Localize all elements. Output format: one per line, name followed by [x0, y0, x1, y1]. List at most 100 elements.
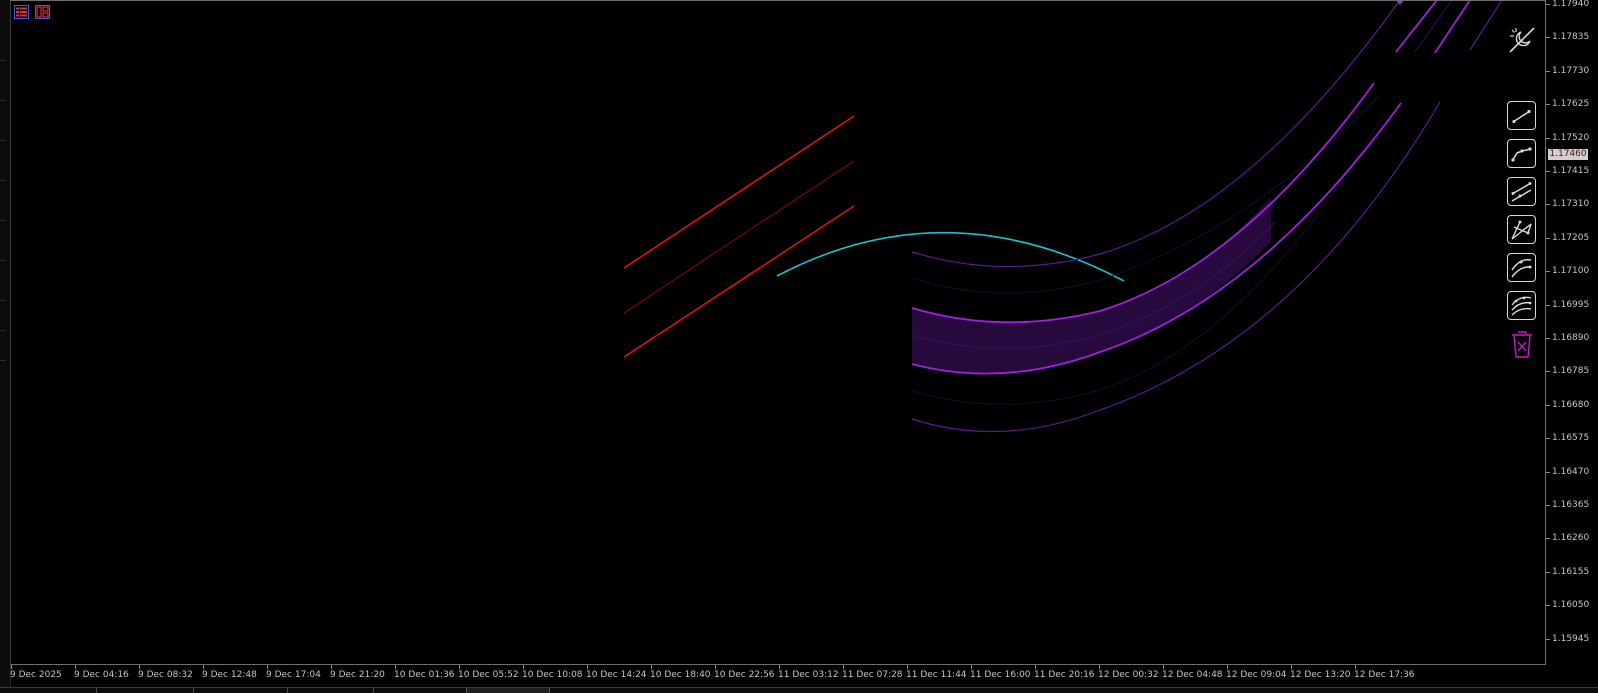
time-tick — [779, 665, 780, 669]
time-tick — [715, 665, 716, 669]
time-tick — [75, 665, 76, 669]
time-tick — [395, 665, 396, 669]
active-tab[interactable] — [466, 688, 550, 693]
price-tick — [1546, 571, 1550, 573]
purple-seg-2[interactable] — [1434, 0, 1471, 54]
price-label: 1.16785 — [1552, 366, 1590, 377]
time-tick — [331, 665, 332, 669]
chart-window: 1.17940 1.17835 1.17730 1.17625 1.17520 1.174… — [0, 0, 1598, 693]
price-label: 1.17730 — [1552, 65, 1590, 76]
curve-channel-icon[interactable] — [1507, 253, 1536, 282]
time-tick — [1099, 665, 1100, 669]
channel-icon[interactable] — [1507, 177, 1536, 206]
time-label: 12 Dec 17:36 — [1354, 670, 1415, 680]
price-tick — [1546, 638, 1550, 640]
red-channel-upper[interactable] — [623, 115, 855, 269]
purple-seg-1[interactable] — [1395, 0, 1438, 53]
price-tick — [1546, 237, 1550, 239]
time-label: 9 Dec 21:20 — [330, 670, 385, 680]
price-tick — [1546, 37, 1550, 39]
time-tick — [907, 665, 908, 669]
time-label: 11 Dec 20:16 — [1034, 670, 1095, 680]
time-label: 10 Dec 05:52 — [458, 670, 519, 680]
time-label: 9 Dec 12:48 — [202, 670, 257, 680]
price-tick — [1546, 471, 1550, 473]
price-label: 1.16260 — [1552, 533, 1590, 544]
trendline-3pt-icon[interactable] — [1507, 139, 1536, 168]
purple-seg-3 — [1414, 1, 1452, 53]
time-label: 11 Dec 03:12 — [778, 670, 839, 680]
price-tick — [1546, 271, 1550, 273]
time-label: 9 Dec 04:16 — [74, 670, 129, 680]
price-label: 1.17835 — [1552, 32, 1590, 43]
time-tick — [139, 665, 140, 669]
time-label: 10 Dec 01:36 — [394, 670, 455, 680]
trendline-2pt-icon[interactable] — [1507, 101, 1536, 130]
purple-curve-upper[interactable] — [911, 82, 1375, 324]
purple-curve-outer-top[interactable] — [911, 0, 1401, 268]
pitchfork-icon[interactable] — [1507, 215, 1536, 244]
time-tick — [267, 665, 268, 669]
price-tick — [1546, 70, 1550, 72]
time-tick — [1035, 665, 1036, 669]
purple-seg-4 — [1469, 1, 1503, 51]
price-label: 1.17310 — [1552, 199, 1590, 210]
time-tick — [843, 665, 844, 669]
time-label: 10 Dec 22:56 — [714, 670, 775, 680]
price-label: 1.16155 — [1552, 566, 1590, 577]
time-label: 10 Dec 10:08 — [522, 670, 583, 680]
price-label: 1.16470 — [1552, 466, 1590, 477]
time-label: 12 Dec 13:20 — [1290, 670, 1351, 680]
price-tick — [1546, 171, 1550, 172]
time-tick — [651, 665, 652, 669]
price-tick — [1546, 204, 1550, 206]
price-tick — [1546, 438, 1550, 440]
time-tick — [587, 665, 588, 669]
chart-grid-icon[interactable] — [35, 4, 50, 19]
time-label: 9 Dec 08:32 — [138, 670, 193, 680]
time-tick — [971, 665, 972, 669]
cyan-arc[interactable] — [776, 231, 1125, 282]
time-tick — [523, 665, 524, 669]
price-label: 1.17520 — [1552, 132, 1590, 143]
price-label: 1.17625 — [1552, 99, 1590, 110]
time-label: 10 Dec 18:40 — [650, 670, 711, 680]
bottom-tab-bar — [0, 687, 1598, 693]
grid-list-icon[interactable] — [14, 4, 29, 19]
time-tick — [1355, 665, 1356, 669]
price-label: 1.17940 — [1552, 0, 1590, 9]
time-label: 11 Dec 11:44 — [906, 670, 967, 680]
price-label: 1.17100 — [1552, 266, 1590, 277]
time-label: 9 Dec 17:04 — [266, 670, 321, 680]
purple-band-fill — [912, 197, 1271, 374]
time-label: 12 Dec 09:04 — [1226, 670, 1287, 680]
multi-curve-icon[interactable] — [1507, 291, 1536, 320]
price-tick — [1546, 505, 1550, 506]
price-tick — [1546, 371, 1550, 373]
price-tick — [1546, 137, 1550, 139]
price-label: 1.16575 — [1552, 433, 1590, 444]
price-tick — [1546, 104, 1550, 106]
magic-wand-night-icon[interactable] — [1506, 24, 1538, 56]
time-label: 10 Dec 14:24 — [586, 670, 647, 680]
red-channel-lower[interactable] — [623, 205, 855, 358]
price-tick — [1546, 538, 1550, 540]
trash-icon[interactable] — [1509, 329, 1535, 359]
price-label: 1.15945 — [1552, 633, 1590, 644]
price-label: 1.17415 — [1552, 166, 1590, 176]
current-price-label: 1.17460 — [1548, 149, 1588, 160]
price-tick — [1546, 4, 1550, 5]
time-tick — [203, 665, 204, 669]
price-label: 1.16050 — [1552, 600, 1590, 611]
price-tick — [1546, 338, 1550, 339]
time-tick — [1291, 665, 1292, 669]
red-channel-mid[interactable] — [623, 160, 855, 314]
time-tick — [11, 665, 12, 669]
purple-curve-faint-2 — [911, 94, 1381, 294]
time-label: 11 Dec 07:28 — [842, 670, 903, 680]
time-label: 9 Dec 2025 — [10, 670, 62, 680]
time-label: 11 Dec 16:00 — [970, 670, 1031, 680]
price-label: 1.16890 — [1552, 333, 1590, 343]
price-label: 1.17205 — [1552, 232, 1590, 243]
chart-drawings — [623, 0, 1503, 433]
